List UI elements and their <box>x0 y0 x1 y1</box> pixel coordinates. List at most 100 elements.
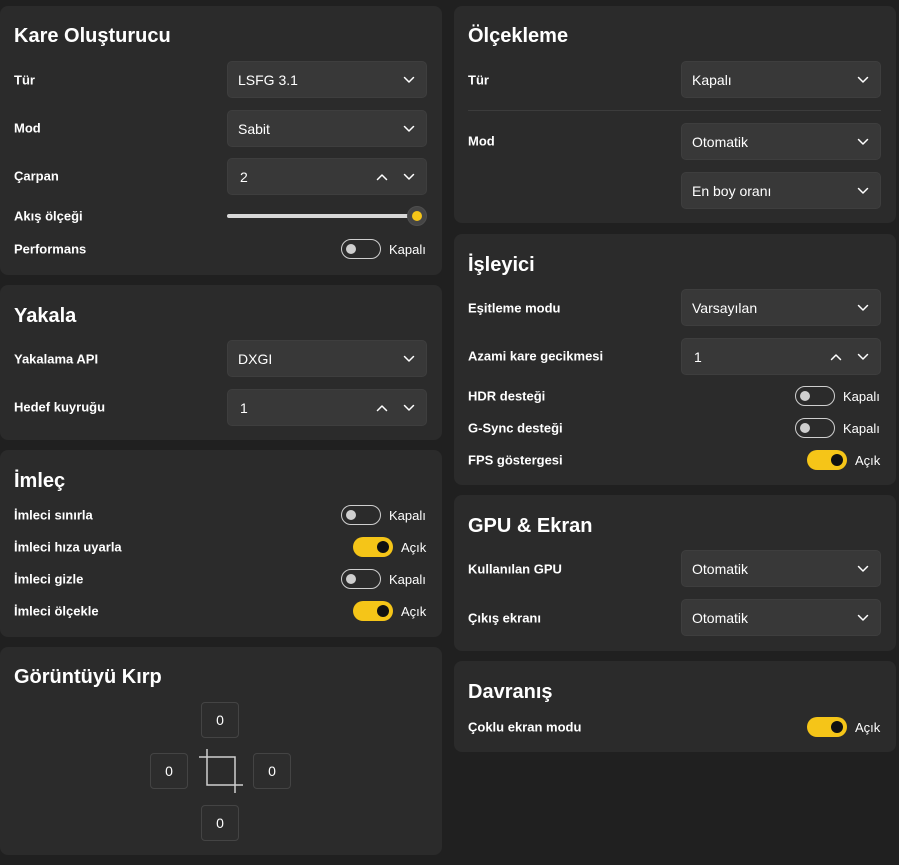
target-queue-value: 1 <box>240 399 248 416</box>
multi-monitor-label: Çoklu ekran modu <box>468 719 582 735</box>
capture-api-value: DXGI <box>238 350 273 367</box>
toggle-state: Kapalı <box>843 420 880 436</box>
crop-card: Görüntüyü Kırp 0 0 0 0 <box>0 647 442 855</box>
multi-monitor-toggle[interactable]: Açık <box>807 717 880 737</box>
output-display-label: Çıkış ekranı <box>468 610 541 626</box>
hdr-label: HDR desteği <box>468 388 546 404</box>
aspect-ratio-dropdown[interactable]: En boy oranı <box>681 172 881 209</box>
multiplier-label: Çarpan <box>14 168 59 184</box>
cursor-item-label: İmleci sınırla <box>14 507 93 523</box>
crop-right-input[interactable]: 0 <box>253 753 291 789</box>
chevron-down-icon <box>857 304 869 312</box>
frame-mode-dropdown[interactable]: Sabit <box>227 110 427 147</box>
target-queue-label: Hedef kuyruğu <box>14 399 106 415</box>
fps-indicator-toggle[interactable]: Açık <box>807 450 880 470</box>
scaling-type-dropdown[interactable]: Kapalı <box>681 61 881 98</box>
behavior-title: Davranış <box>468 681 553 703</box>
output-display-value: Otomatik <box>692 609 749 626</box>
toggle-state: Açık <box>401 603 427 619</box>
chevron-down-icon[interactable] <box>403 173 415 181</box>
renderer-card: İşleyici Eşitleme modu Varsayılan Azami … <box>454 234 896 485</box>
crop-left-input[interactable]: 0 <box>150 753 188 789</box>
scaling-mode-label: Mod <box>468 133 495 149</box>
output-display-dropdown[interactable]: Otomatik <box>681 599 881 636</box>
frame-type-value: LSFG 3.1 <box>238 71 298 88</box>
chevron-up-icon[interactable] <box>830 353 842 361</box>
toggle-switch[interactable] <box>341 239 381 259</box>
chevron-down-icon <box>403 125 415 133</box>
gpu-dropdown[interactable]: Otomatik <box>681 550 881 587</box>
frame-type-dropdown[interactable]: LSFG 3.1 <box>227 61 427 98</box>
crop-icon <box>199 749 243 793</box>
gpu-display-title: GPU & Ekran <box>468 515 593 537</box>
renderer-title: İşleyici <box>468 254 535 276</box>
behavior-card: Davranış Çoklu ekran modu Açık <box>454 661 896 752</box>
crop-top-input[interactable]: 0 <box>201 702 239 738</box>
scaling-mode-value: Otomatik <box>692 133 749 150</box>
chevron-down-icon[interactable] <box>403 404 415 412</box>
clip-cursor-toggle[interactable]: Kapalı <box>341 505 426 525</box>
chevron-down-icon[interactable] <box>857 353 869 361</box>
performance-toggle[interactable]: Kapalı <box>341 239 426 259</box>
capture-title: Yakala <box>14 305 77 327</box>
frame-mode-value: Sabit <box>238 120 270 137</box>
scale-cursor-toggle[interactable]: Açık <box>353 601 426 621</box>
toggle-state: Kapalı <box>389 241 426 257</box>
chevron-down-icon <box>857 187 869 195</box>
sync-mode-dropdown[interactable]: Varsayılan <box>681 289 881 326</box>
gpu-display-card: GPU & Ekran Kullanılan GPU Otomatik Çıkı… <box>454 495 896 651</box>
toggle-state: Kapalı <box>389 571 426 587</box>
cursor-title: İmleç <box>14 470 66 492</box>
toggle-switch[interactable] <box>353 537 393 557</box>
crop-title: Görüntüyü Kırp <box>14 666 162 688</box>
chevron-down-icon <box>403 76 415 84</box>
hdr-toggle[interactable]: Kapalı <box>795 386 880 406</box>
toggle-switch[interactable] <box>341 505 381 525</box>
gsync-label: G-Sync desteği <box>468 420 563 436</box>
toggle-switch[interactable] <box>795 418 835 438</box>
multiplier-value: 2 <box>240 168 248 185</box>
hide-cursor-toggle[interactable]: Kapalı <box>341 569 426 589</box>
crop-bottom-input[interactable]: 0 <box>201 805 239 841</box>
chevron-down-icon <box>857 565 869 573</box>
gsync-toggle[interactable]: Kapalı <box>795 418 880 438</box>
capture-api-dropdown[interactable]: DXGI <box>227 340 427 377</box>
toggle-state: Kapalı <box>389 507 426 523</box>
frame-mode-label: Mod <box>14 120 41 136</box>
divider <box>468 110 881 111</box>
flow-scale-label: Akış ölçeği <box>14 208 83 224</box>
cursor-item-label: İmleci gizle <box>14 571 84 587</box>
chevron-down-icon <box>857 614 869 622</box>
max-frame-latency-stepper[interactable]: 1 <box>681 338 881 375</box>
max-frame-latency-value: 1 <box>694 348 702 365</box>
toggle-switch[interactable] <box>341 569 381 589</box>
adjust-cursor-speed-toggle[interactable]: Açık <box>353 537 426 557</box>
capture-card: Yakala Yakalama API DXGI Hedef kuyruğu 1 <box>0 285 442 440</box>
frame-type-label: Tür <box>14 72 35 88</box>
toggle-state: Açık <box>855 719 881 735</box>
scaling-mode-dropdown[interactable]: Otomatik <box>681 123 881 160</box>
frame-generator-card: Kare Oluşturucu Tür LSFG 3.1 Mod Sabit Ç… <box>0 6 442 275</box>
cursor-card: İmleç İmleci sınırla Kapalı İmleci hıza … <box>0 450 442 637</box>
chevron-down-icon <box>857 138 869 146</box>
flow-scale-thumb[interactable] <box>407 206 427 226</box>
scaling-type-label: Tür <box>468 72 489 88</box>
toggle-switch[interactable] <box>807 450 847 470</box>
frame-generator-title: Kare Oluşturucu <box>14 25 171 47</box>
sync-mode-label: Eşitleme modu <box>468 300 561 316</box>
performance-label: Performans <box>14 241 87 257</box>
cursor-item-label: İmleci hıza uyarla <box>14 539 122 555</box>
toggle-switch[interactable] <box>353 601 393 621</box>
chevron-down-icon <box>857 76 869 84</box>
gpu-label: Kullanılan GPU <box>468 561 562 577</box>
capture-api-label: Yakalama API <box>14 351 99 367</box>
chevron-up-icon[interactable] <box>376 404 388 412</box>
chevron-down-icon <box>403 355 415 363</box>
flow-scale-slider[interactable] <box>227 214 417 218</box>
chevron-up-icon[interactable] <box>376 173 388 181</box>
target-queue-stepper[interactable]: 1 <box>227 389 427 426</box>
toggle-switch[interactable] <box>795 386 835 406</box>
aspect-ratio-value: En boy oranı <box>692 182 772 199</box>
multiplier-stepper[interactable]: 2 <box>227 158 427 195</box>
toggle-switch[interactable] <box>807 717 847 737</box>
